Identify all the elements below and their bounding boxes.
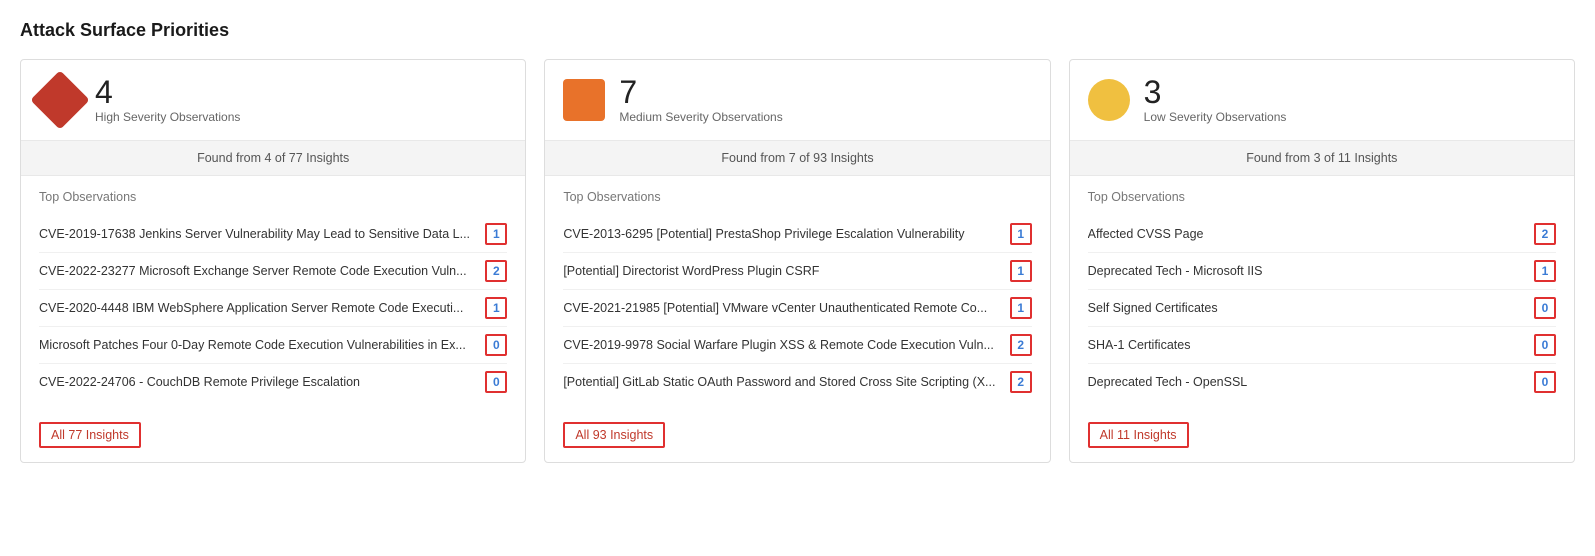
observation-label: CVE-2020-4448 IBM WebSphere Application … <box>39 301 477 315</box>
card-low-body: Top Observations Affected CVSS Page 2 Depre… <box>1070 176 1574 412</box>
card-low-footer: All 11 Insights <box>1070 412 1574 462</box>
list-item: Deprecated Tech - Microsoft IIS 1 <box>1088 253 1556 290</box>
card-low-observation-list: Affected CVSS Page 2 Deprecated Tech - Mic… <box>1088 216 1556 400</box>
card-high: 4 High Severity Observations Found from 4 … <box>20 59 526 463</box>
list-item: Microsoft Patches Four 0-Day Remote Code… <box>39 327 507 364</box>
card-medium-header: 7 Medium Severity Observations <box>545 60 1049 141</box>
list-item: [Potential] GitLab Static OAuth Password… <box>563 364 1031 400</box>
card-high-footer: All 77 Insights <box>21 412 525 462</box>
card-medium-footer: All 93 Insights <box>545 412 1049 462</box>
medium-severity-icon <box>563 79 605 121</box>
card-high-found-bar: Found from 4 of 77 Insights <box>21 141 525 176</box>
card-medium-severity-label: Medium Severity Observations <box>619 110 782 124</box>
page-title: Attack Surface Priorities <box>20 20 1575 41</box>
card-medium-section-title: Top Observations <box>563 190 1031 204</box>
list-item: [Potential] Directorist WordPress Plugin… <box>563 253 1031 290</box>
card-high-section-title: Top Observations <box>39 190 507 204</box>
observation-badge: 0 <box>1534 297 1556 319</box>
observation-badge: 1 <box>1010 260 1032 282</box>
card-low: 3 Low Severity Observations Found from 3 o… <box>1069 59 1575 463</box>
observation-label: CVE-2022-23277 Microsoft Exchange Server… <box>39 264 477 278</box>
card-high-severity-label: High Severity Observations <box>95 110 240 124</box>
card-medium-found-bar: Found from 7 of 93 Insights <box>545 141 1049 176</box>
observation-badge: 2 <box>1534 223 1556 245</box>
observation-badge: 2 <box>485 260 507 282</box>
observation-label: CVE-2021-21985 [Potential] VMware vCente… <box>563 301 1001 315</box>
list-item: CVE-2019-9978 Social Warfare Plugin XSS … <box>563 327 1031 364</box>
observation-badge: 1 <box>1010 223 1032 245</box>
observation-badge: 2 <box>1010 334 1032 356</box>
card-medium-header-text: 7 Medium Severity Observations <box>619 76 782 124</box>
cards-container: 4 High Severity Observations Found from 4 … <box>20 59 1575 463</box>
observation-badge: 1 <box>1534 260 1556 282</box>
card-medium-body: Top Observations CVE-2013-6295 [Potential… <box>545 176 1049 412</box>
observation-badge: 1 <box>485 297 507 319</box>
observation-label: CVE-2022-24706 - CouchDB Remote Privileg… <box>39 375 477 389</box>
card-low-severity-label: Low Severity Observations <box>1144 110 1287 124</box>
list-item: CVE-2020-4448 IBM WebSphere Application … <box>39 290 507 327</box>
card-low-header-text: 3 Low Severity Observations <box>1144 76 1287 124</box>
list-item: Affected CVSS Page 2 <box>1088 216 1556 253</box>
observation-label: Microsoft Patches Four 0-Day Remote Code… <box>39 338 477 352</box>
observation-badge: 0 <box>485 334 507 356</box>
card-low-header: 3 Low Severity Observations <box>1070 60 1574 141</box>
observation-label: SHA-1 Certificates <box>1088 338 1526 352</box>
card-high-header: 4 High Severity Observations <box>21 60 525 141</box>
observation-label: CVE-2019-17638 Jenkins Server Vulnerabil… <box>39 227 477 241</box>
observation-badge: 1 <box>485 223 507 245</box>
card-medium-count: 7 <box>619 76 782 108</box>
list-item: CVE-2019-17638 Jenkins Server Vulnerabil… <box>39 216 507 253</box>
card-medium-observation-list: CVE-2013-6295 [Potential] PrestaShop Pri… <box>563 216 1031 400</box>
list-item: CVE-2013-6295 [Potential] PrestaShop Pri… <box>563 216 1031 253</box>
list-item: CVE-2021-21985 [Potential] VMware vCente… <box>563 290 1031 327</box>
card-high-header-text: 4 High Severity Observations <box>95 76 240 124</box>
card-low-insights-link[interactable]: All 11 Insights <box>1088 422 1189 448</box>
list-item: Self Signed Certificates 0 <box>1088 290 1556 327</box>
card-medium-insights-link[interactable]: All 93 Insights <box>563 422 665 448</box>
observation-label: Affected CVSS Page <box>1088 227 1526 241</box>
list-item: Deprecated Tech - OpenSSL 0 <box>1088 364 1556 400</box>
observation-label: Deprecated Tech - Microsoft IIS <box>1088 264 1526 278</box>
low-severity-icon <box>1088 79 1130 121</box>
observation-badge: 0 <box>1534 371 1556 393</box>
observation-badge: 0 <box>485 371 507 393</box>
list-item: SHA-1 Certificates 0 <box>1088 327 1556 364</box>
list-item: CVE-2022-24706 - CouchDB Remote Privileg… <box>39 364 507 400</box>
observation-label: CVE-2013-6295 [Potential] PrestaShop Pri… <box>563 227 1001 241</box>
card-high-body: Top Observations CVE-2019-17638 Jenkins S… <box>21 176 525 412</box>
observation-label: [Potential] GitLab Static OAuth Password… <box>563 375 1001 389</box>
card-high-count: 4 <box>95 76 240 108</box>
card-high-observation-list: CVE-2019-17638 Jenkins Server Vulnerabil… <box>39 216 507 400</box>
card-medium: 7 Medium Severity Observations Found from … <box>544 59 1050 463</box>
card-low-found-bar: Found from 3 of 11 Insights <box>1070 141 1574 176</box>
card-high-insights-link[interactable]: All 77 Insights <box>39 422 141 448</box>
observation-badge: 1 <box>1010 297 1032 319</box>
card-low-section-title: Top Observations <box>1088 190 1556 204</box>
observation-badge: 0 <box>1534 334 1556 356</box>
observation-label: Self Signed Certificates <box>1088 301 1526 315</box>
high-severity-icon <box>30 70 89 129</box>
list-item: CVE-2022-23277 Microsoft Exchange Server… <box>39 253 507 290</box>
observation-label: CVE-2019-9978 Social Warfare Plugin XSS … <box>563 338 1001 352</box>
card-low-count: 3 <box>1144 76 1287 108</box>
observation-label: Deprecated Tech - OpenSSL <box>1088 375 1526 389</box>
observation-badge: 2 <box>1010 371 1032 393</box>
observation-label: [Potential] Directorist WordPress Plugin… <box>563 264 1001 278</box>
